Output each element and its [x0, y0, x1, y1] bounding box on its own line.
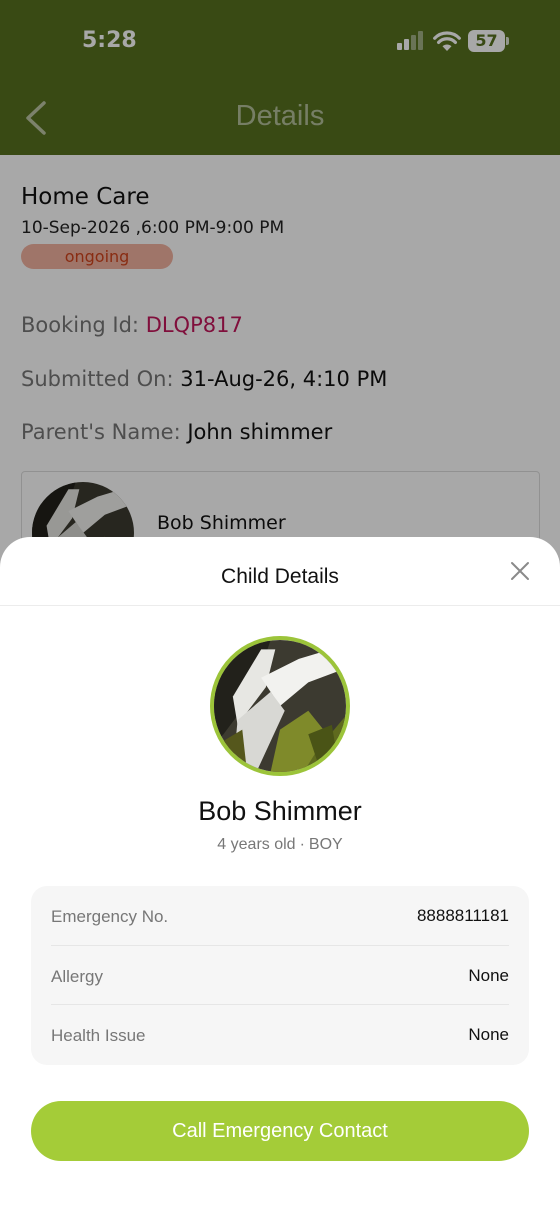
separator: ·	[299, 836, 305, 853]
child-age-gender: 4 years old · BOY	[0, 836, 560, 854]
detail-row-emergency-no: Emergency No. 8888811181	[51, 886, 509, 945]
close-icon[interactable]	[506, 557, 534, 585]
child-avatar-large	[210, 636, 350, 776]
child-details-sheet: Child Details Bob Shimmer 4 years old · BO…	[0, 537, 560, 1217]
child-age: 4 years old	[217, 836, 296, 853]
detail-row-health-issue: Health Issue None	[51, 1004, 509, 1063]
waterfall-photo	[214, 640, 346, 772]
detail-value: None	[468, 966, 509, 985]
sheet-title: Child Details	[221, 565, 339, 588]
sheet-divider	[0, 605, 560, 606]
child-name: Bob Shimmer	[198, 796, 362, 826]
child-details-card: Emergency No. 8888811181 Allergy None He…	[31, 886, 529, 1065]
call-emergency-contact-button[interactable]: Call Emergency Contact	[31, 1101, 529, 1161]
detail-row-allergy: Allergy None	[51, 945, 509, 1004]
detail-value: None	[468, 1025, 509, 1044]
child-gender: BOY	[308, 836, 343, 853]
detail-label: Health Issue	[51, 1026, 146, 1045]
detail-value: 8888811181	[416, 906, 509, 925]
detail-label: Emergency No.	[51, 907, 169, 926]
detail-label: Allergy	[51, 967, 103, 986]
